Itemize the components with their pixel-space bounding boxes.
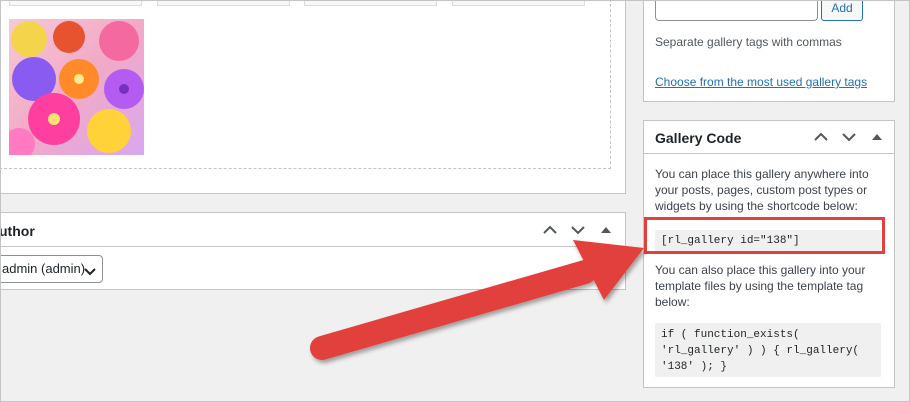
shortcode-highlight-box — [644, 217, 885, 254]
gallery-images-panel — [0, 0, 626, 194]
author-metabox-header: uthor — [0, 213, 625, 247]
gallery-code-metabox: Gallery Code You can place this gallery … — [643, 120, 895, 388]
add-tag-button[interactable]: Add — [821, 0, 863, 21]
tags-hint-text: Separate gallery tags with commas — [655, 35, 842, 49]
toggle-arrow-icon[interactable] — [595, 219, 617, 241]
author-select-value: admin (admin) — [2, 261, 86, 276]
shortcode-instructions: You can place this gallery anywhere into… — [655, 167, 869, 213]
author-select[interactable]: admin (admin) — [0, 255, 103, 283]
chevron-down-icon[interactable] — [838, 126, 860, 148]
template-tag-instructions: You can also place this gallery into you… — [655, 263, 866, 309]
gallery-code-header: Gallery Code — [644, 121, 894, 154]
author-metabox-title: uthor — [0, 223, 35, 239]
chevron-up-icon[interactable] — [810, 126, 832, 148]
chevron-down-icon — [84, 264, 96, 279]
template-tag-code[interactable]: if ( function_exists( 'rl_gallery' ) ) {… — [655, 323, 881, 377]
gallery-image-thumbnail[interactable] — [9, 19, 144, 155]
chevron-up-icon[interactable] — [539, 219, 561, 241]
most-used-tags-link[interactable]: Choose from the most used gallery tags — [655, 75, 867, 89]
gallery-tags-metabox: Add Separate gallery tags with commas Ch… — [643, 0, 895, 102]
author-metabox: uthor admin (admin) — [0, 212, 626, 290]
gallery-code-title: Gallery Code — [655, 130, 742, 146]
chevron-down-icon[interactable] — [567, 219, 589, 241]
toggle-arrow-icon[interactable] — [866, 126, 888, 148]
gallery-tags-input[interactable] — [655, 0, 818, 21]
flower-image — [9, 19, 144, 155]
